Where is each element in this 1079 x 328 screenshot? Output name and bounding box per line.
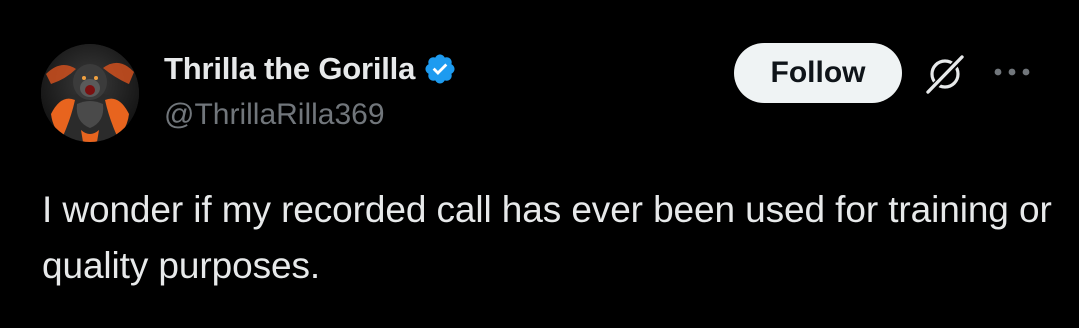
author-avatar[interactable] bbox=[41, 44, 139, 142]
author-display-name[interactable]: Thrilla the Gorilla bbox=[164, 51, 415, 87]
more-options-icon[interactable] bbox=[990, 62, 1034, 82]
author-name-row: Thrilla the Gorilla bbox=[164, 47, 457, 91]
tweet-card: Thrilla the Gorilla @ThrillaRilla369 Fol… bbox=[0, 0, 1079, 328]
tweet-text: I wonder if my recorded call has ever be… bbox=[42, 189, 1052, 286]
follow-button[interactable]: Follow bbox=[734, 43, 902, 103]
gorilla-avatar-icon bbox=[41, 44, 139, 142]
grok-icon[interactable] bbox=[922, 51, 968, 97]
verified-badge-icon[interactable] bbox=[423, 52, 457, 86]
author-handle[interactable]: @ThrillaRilla369 bbox=[164, 98, 385, 132]
